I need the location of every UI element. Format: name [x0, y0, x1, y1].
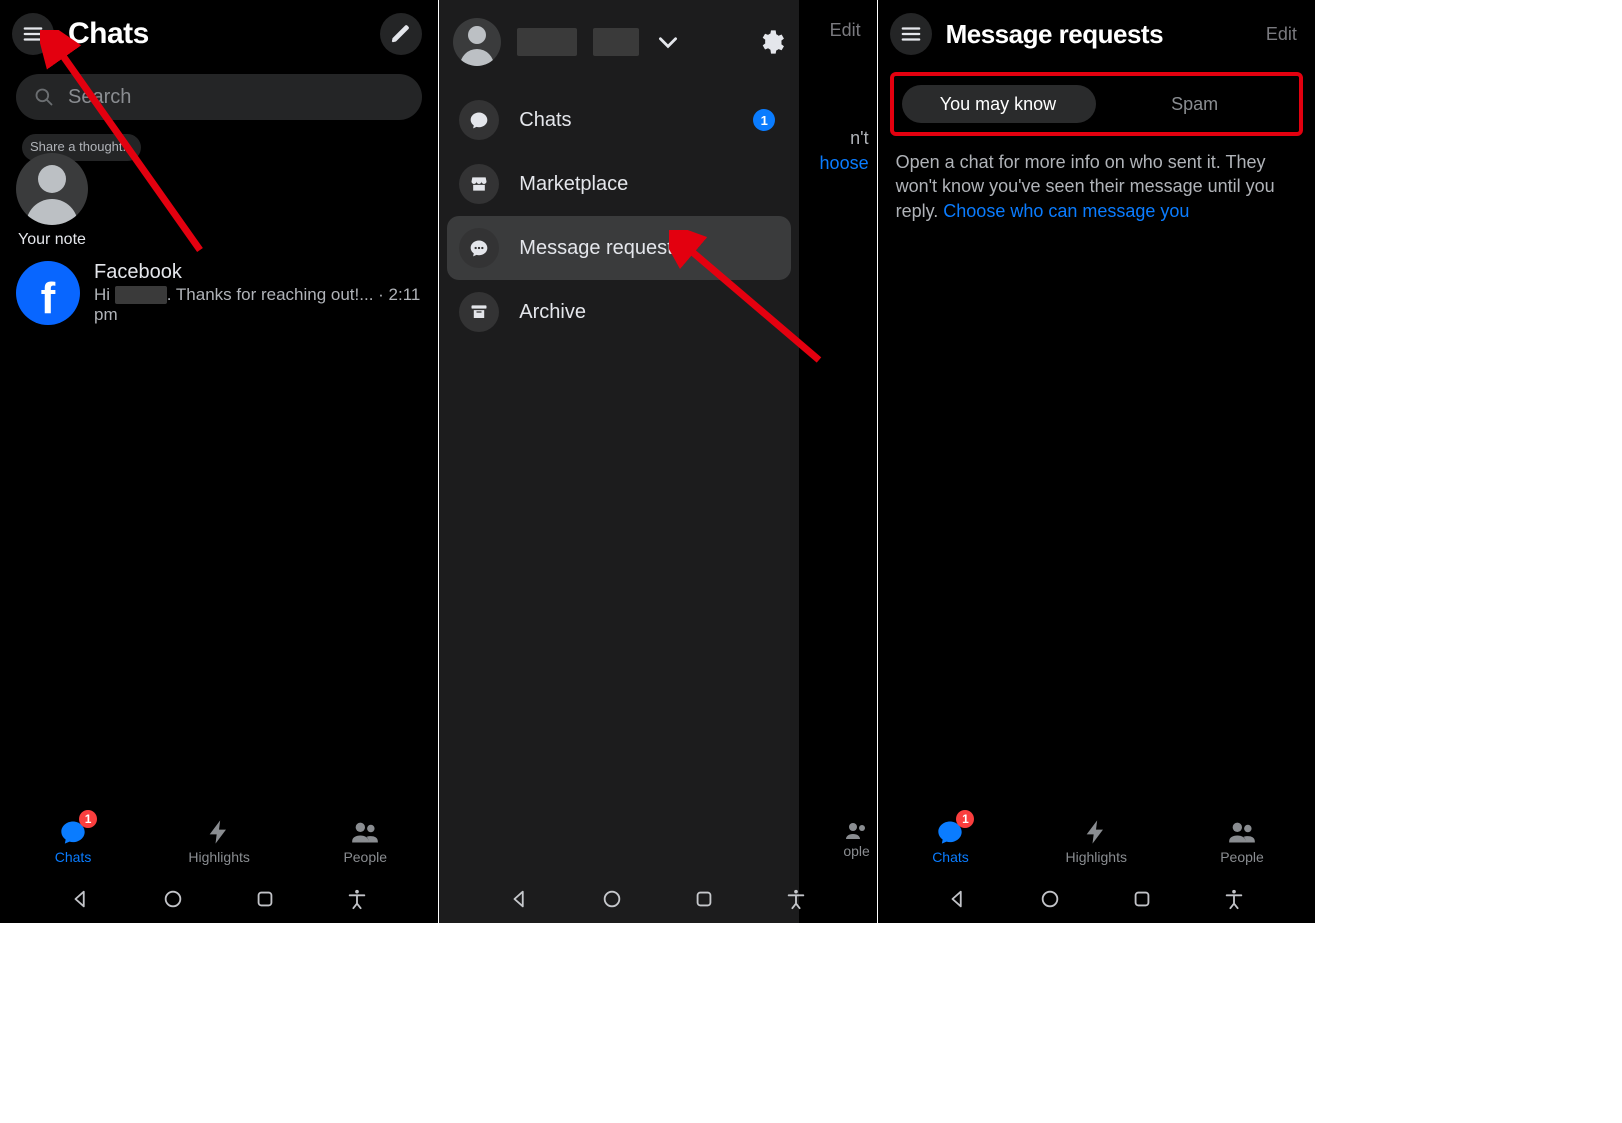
tab-highlights[interactable]: Highlights: [1023, 807, 1169, 875]
edit-link[interactable]: Edit: [1266, 24, 1297, 45]
tab-highlights[interactable]: Highlights: [146, 807, 292, 875]
bottom-tabs: 1 Chats Highlights People: [0, 807, 438, 875]
page-title: Message requests: [946, 19, 1163, 50]
tab-chats[interactable]: 1 Chats: [878, 807, 1024, 875]
hamburger-icon: [900, 23, 922, 45]
tab-label: Highlights: [1066, 849, 1127, 865]
storefront-icon: [459, 164, 499, 204]
drawer-menu: Chats 1 Marketplace Message requests Arc…: [439, 88, 799, 344]
screen-chats: Chats Search Share a thought... Your not…: [0, 0, 438, 923]
tab-label: People: [1220, 849, 1264, 865]
nav-recent-icon[interactable]: [254, 888, 276, 910]
nav-home-icon[interactable]: [1039, 888, 1061, 910]
search-placeholder: Search: [68, 86, 131, 109]
android-nav: [0, 875, 438, 923]
facebook-avatar: f: [16, 261, 80, 325]
side-drawer: Chats 1 Marketplace Message requests Arc…: [439, 0, 799, 923]
nav-recent-icon[interactable]: [1131, 888, 1153, 910]
menu-badge: 1: [753, 109, 775, 131]
tab-people[interactable]: People: [1169, 807, 1315, 875]
page-title: Chats: [68, 17, 149, 51]
your-note[interactable]: Share a thought... Your note: [0, 134, 438, 249]
archive-icon: [459, 292, 499, 332]
tab-label: Chats: [55, 849, 92, 865]
chevron-down-icon[interactable]: [655, 29, 681, 55]
tutorial-highlight-box: You may know Spam: [890, 72, 1303, 136]
android-nav: [878, 875, 1315, 923]
tab-people-peek: ople: [843, 821, 871, 859]
segmented-control: You may know Spam: [900, 83, 1293, 125]
menu-button[interactable]: [890, 13, 932, 55]
self-avatar: [16, 153, 88, 225]
choose-who-link[interactable]: Choose who can message you: [943, 201, 1189, 221]
nav-accessibility-icon[interactable]: [1223, 888, 1245, 910]
nav-back-icon[interactable]: [509, 888, 531, 910]
menu-chats[interactable]: Chats 1: [447, 88, 791, 152]
menu-label: Marketplace: [519, 173, 628, 196]
nav-accessibility-icon[interactable]: [785, 888, 807, 910]
info-text: Open a chat for more info on who sent it…: [878, 150, 1315, 223]
chat-row[interactable]: f Facebook Hi . Thanks for reaching out!…: [0, 249, 438, 337]
segment-spam[interactable]: Spam: [1096, 94, 1293, 115]
menu-marketplace[interactable]: Marketplace: [447, 152, 791, 216]
screen-menu: Edit n'thoose ople Chats 1: [438, 0, 876, 923]
pencil-icon: [390, 23, 412, 45]
header: Chats: [0, 0, 438, 64]
bolt-icon: [1082, 818, 1110, 846]
compose-button[interactable]: [380, 13, 422, 55]
people-icon: [351, 818, 379, 846]
tab-label: Chats: [932, 849, 969, 865]
background-text-peek: n'thoose: [820, 126, 869, 176]
drawer-header: [439, 0, 799, 88]
menu-label: Chats: [519, 109, 571, 132]
menu-label: Archive: [519, 301, 586, 324]
menu-archive[interactable]: Archive: [447, 280, 791, 344]
nav-home-icon[interactable]: [162, 888, 184, 910]
nav-back-icon[interactable]: [70, 888, 92, 910]
tab-label: Highlights: [188, 849, 249, 865]
tab-people[interactable]: People: [292, 807, 438, 875]
note-label: Your note: [18, 231, 422, 249]
search-input[interactable]: Search: [16, 74, 422, 120]
message-request-icon: [459, 228, 499, 268]
tab-chats[interactable]: 1 Chats: [0, 807, 146, 875]
nav-accessibility-icon[interactable]: [346, 888, 368, 910]
chats-badge: 1: [79, 810, 97, 828]
people-icon: [1228, 818, 1256, 846]
bolt-icon: [205, 818, 233, 846]
chat-text: Facebook Hi . Thanks for reaching out!..…: [94, 261, 422, 325]
redacted-pill: [517, 28, 577, 56]
bottom-tabs: 1 Chats Highlights People: [878, 807, 1315, 875]
chat-preview: Hi . Thanks for reaching out!... · 2:11 …: [94, 285, 422, 325]
chat-name: Facebook: [94, 261, 422, 284]
edit-link-peek[interactable]: Edit: [830, 20, 861, 41]
chat-icon: [459, 100, 499, 140]
redacted-pill: [593, 28, 639, 56]
menu-label: Message requests: [519, 237, 682, 260]
nav-recent-icon[interactable]: [693, 888, 715, 910]
screen-message-requests: Message requests Edit You may know Spam …: [877, 0, 1315, 923]
tab-label: People: [343, 849, 387, 865]
header: Message requests Edit: [878, 0, 1315, 64]
search-icon: [34, 87, 54, 107]
segment-you-may-know[interactable]: You may know: [900, 94, 1097, 115]
menu-message-requests[interactable]: Message requests: [447, 216, 791, 280]
gear-icon[interactable]: [757, 28, 785, 56]
hamburger-icon: [22, 23, 44, 45]
redacted-name: [115, 286, 167, 304]
nav-back-icon[interactable]: [947, 888, 969, 910]
android-nav: [439, 875, 876, 923]
account-avatar[interactable]: [453, 18, 501, 66]
chats-badge: 1: [956, 810, 974, 828]
nav-home-icon[interactable]: [601, 888, 623, 910]
menu-button[interactable]: [12, 13, 54, 55]
